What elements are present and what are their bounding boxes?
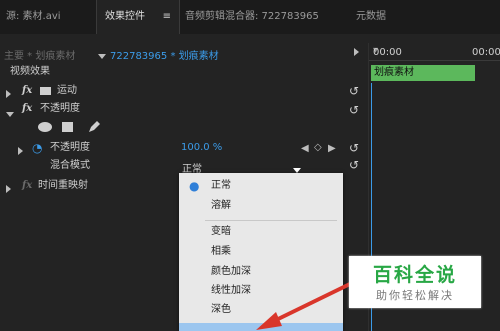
opacity-property-label: 不透明度 — [50, 142, 90, 153]
panel-tab-bar: 源: 素材.avi 效果控件 ≡ 音频剪辑混合器: 722783965 元数据 — [0, 0, 500, 34]
stopwatch-icon[interactable]: ◔ — [32, 139, 42, 157]
reset-blend-mode-icon[interactable]: ↺ — [349, 159, 361, 171]
reset-motion-icon[interactable]: ↺ — [349, 85, 361, 97]
effect-source-header: 主要 * 划痕素材 722783965 * 划痕素材 — [0, 43, 368, 63]
opacity-group-label: 不透明度 — [40, 103, 80, 114]
opacity-value[interactable]: 100.0 % — [181, 139, 222, 157]
next-keyframe-icon[interactable]: ▶ — [328, 140, 336, 158]
reset-opacity-property-icon[interactable]: ↺ — [349, 142, 361, 154]
tab-audio-clip-mixer-label: 音频剪辑混合器: 722783965 — [185, 11, 319, 22]
tab-audio-clip-mixer[interactable]: 音频剪辑混合器: 722783965 — [185, 0, 319, 34]
prev-keyframe-icon[interactable]: ◀ — [301, 140, 309, 158]
tab-source-label: 源: 素材.avi — [6, 11, 61, 22]
master-clip-label[interactable]: 主要 * 划痕素材 — [4, 47, 75, 62]
tab-metadata[interactable]: 元数据 — [356, 0, 386, 34]
watermark-subtitle: 助你轻松解决 — [376, 289, 454, 302]
selected-bullet-icon: ● — [189, 179, 200, 193]
collapse-timeline-icon[interactable] — [354, 48, 359, 59]
timeline-clip[interactable]: 划痕素材 — [371, 65, 475, 81]
collapse-triangle-icon[interactable] — [6, 106, 14, 124]
time-remap-label: 时间重映射 — [38, 180, 88, 191]
effect-row-opacity[interactable]: fx 不透明度 — [6, 100, 366, 118]
dropdown-option-normal[interactable]: ● 正常 — [179, 177, 343, 195]
tab-effect-controls[interactable]: 效果控件 ≡ — [96, 0, 180, 34]
dropdown-option-darken[interactable]: 变暗 — [179, 223, 343, 241]
dropdown-option-label: 相乘 — [211, 246, 231, 257]
tab-effect-controls-label: 效果控件 — [105, 11, 145, 22]
annotation-arrow — [256, 280, 355, 330]
watermark-title: 百科全说 — [372, 264, 457, 286]
dropdown-option-multiply[interactable]: 相乘 — [179, 243, 343, 261]
tab-source[interactable]: 源: 素材.avi — [6, 0, 61, 34]
panel-menu-icon[interactable]: ≡ — [163, 0, 171, 34]
dropdown-option-label: 深色 — [211, 304, 231, 315]
effect-row-time-remap[interactable]: fx 时间重映射 — [6, 177, 176, 195]
dropdown-option-dissolve[interactable]: 溶解 — [179, 197, 343, 215]
add-keyframe-icon[interactable]: ◇ — [314, 139, 322, 157]
chevron-down-icon[interactable] — [98, 51, 106, 62]
expand-triangle-icon[interactable] — [18, 144, 23, 162]
rectangle-mask-icon[interactable] — [62, 122, 73, 132]
blend-mode-label: 混合模式 — [50, 160, 90, 171]
effect-row-motion[interactable]: fx 运动 — [6, 82, 366, 100]
expand-triangle-icon[interactable] — [6, 182, 11, 200]
menu-separator — [205, 220, 337, 221]
reset-opacity-icon[interactable]: ↺ — [349, 104, 361, 116]
opacity-property-row: ◔ 不透明度 100.0 % ◀ ◇ ▶ — [18, 139, 358, 157]
watermark-logo: 百科全说 助你轻松解决 — [349, 256, 481, 308]
dropdown-option-label: 线性加深 — [211, 285, 251, 296]
dropdown-option-label: 变暗 — [211, 226, 231, 237]
fx-toggle-icon[interactable]: fx — [22, 177, 32, 195]
dropdown-option-label: 正常 — [211, 180, 231, 191]
pen-mask-icon[interactable] — [86, 118, 102, 134]
fx-toggle-icon[interactable]: fx — [22, 82, 32, 100]
fx-toggle-icon[interactable]: fx — [22, 100, 32, 118]
time-ruler-end: 00:00 — [472, 47, 500, 58]
motion-transform-icon[interactable] — [40, 87, 51, 95]
sequence-clip-label[interactable]: 722783965 * 划痕素材 — [110, 47, 219, 62]
ruler-divider — [369, 60, 500, 61]
video-effects-heading: 视频效果 — [10, 66, 50, 77]
ellipse-mask-icon[interactable] — [38, 122, 52, 132]
dropdown-option-label: 颜色加深 — [211, 266, 251, 277]
tab-metadata-label: 元数据 — [356, 11, 386, 22]
dropdown-option-label: 溶解 — [211, 200, 231, 211]
motion-label: 运动 — [57, 85, 77, 96]
time-ruler-start: 00:00 — [373, 47, 402, 58]
